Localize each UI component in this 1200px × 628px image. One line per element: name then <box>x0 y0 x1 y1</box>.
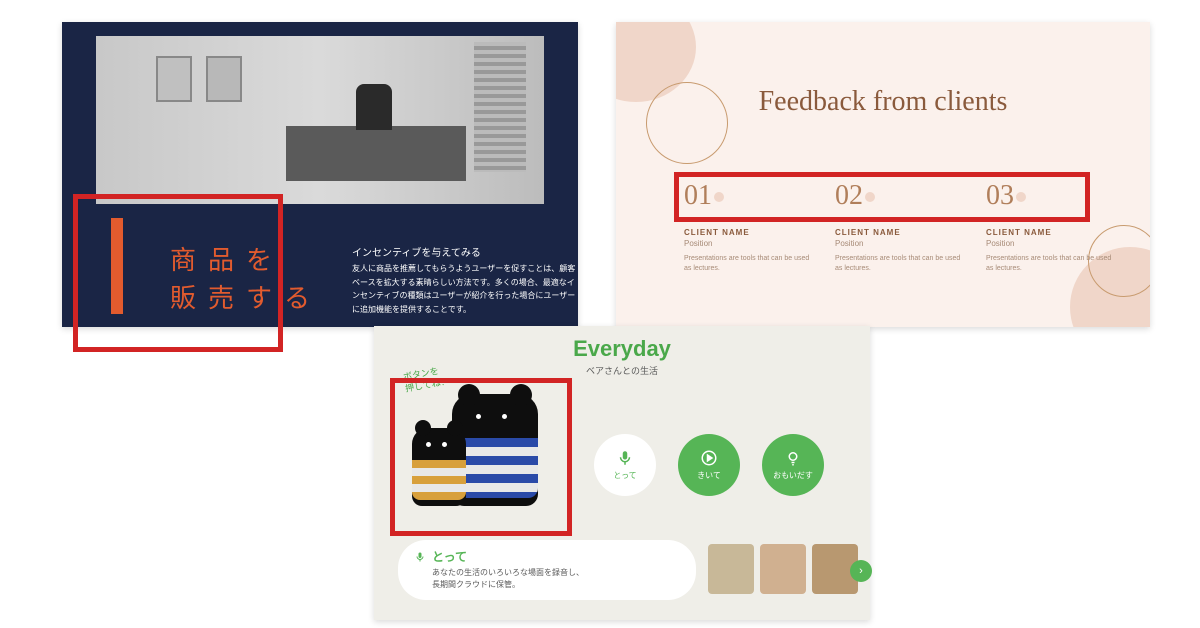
slide2-title: Feedback from clients <box>616 86 1150 118</box>
client-desc: Presentations are tools that can be used… <box>684 254 812 274</box>
thumbnail[interactable] <box>708 544 754 594</box>
accent-bar <box>111 218 123 314</box>
client-position: Position <box>986 239 1114 248</box>
client-position: Position <box>684 239 812 248</box>
thumbnail[interactable] <box>760 544 806 594</box>
button-label: きいて <box>697 470 721 481</box>
client-name: CLIENT NAME <box>684 228 812 237</box>
play-icon <box>700 449 718 467</box>
bulb-icon <box>784 449 802 467</box>
hero-photo <box>96 36 544 204</box>
client-col-3: 03 CLIENT NAME Position Presentations ar… <box>986 180 1114 274</box>
client-col-1: 01 CLIENT NAME Position Presentations ar… <box>684 180 812 274</box>
card-title: とって <box>432 548 467 565</box>
client-name: CLIENT NAME <box>986 228 1114 237</box>
card-body: あなたの生活のいろいろな場面を録音し、 長期間クラウドに保管。 <box>432 567 680 591</box>
feature-card: とって あなたの生活のいろいろな場面を録音し、 長期間クラウドに保管。 <box>398 540 696 600</box>
thumbnail-row <box>708 544 858 594</box>
client-desc: Presentations are tools that can be used… <box>835 254 963 274</box>
button-label: おもいだす <box>773 470 813 481</box>
client-name: CLIENT NAME <box>835 228 963 237</box>
slide-2: Feedback from clients 01 CLIENT NAME Pos… <box>616 22 1150 327</box>
next-arrow-button[interactable]: › <box>850 560 872 582</box>
client-position: Position <box>835 239 963 248</box>
client-col-2: 02 CLIENT NAME Position Presentations ar… <box>835 180 963 274</box>
person-silhouette <box>356 84 392 130</box>
button-label: とって <box>613 470 636 481</box>
slide3-title: Everyday <box>374 336 870 362</box>
slide-3: Everyday ベアさんとの生活 ボタンを 押してね！ とって きいて <box>374 326 870 620</box>
client-columns: 01 CLIENT NAME Position Presentations ar… <box>684 180 1114 274</box>
play-button[interactable]: きいて <box>678 434 740 496</box>
client-number: 03 <box>986 180 1114 212</box>
slide1-title: 商品を 販売する <box>170 242 322 317</box>
bear-small-shirt <box>412 460 466 500</box>
bear-illustration <box>400 394 550 514</box>
blinds-decoration <box>474 42 526 172</box>
action-buttons: とって きいて おもいだす <box>594 434 824 496</box>
slide-1: 商品を 販売する インセンティブを与えてみる 友人に商品を推薦してもらうようユー… <box>62 22 578 327</box>
client-number: 01 <box>684 180 812 212</box>
desk-decoration <box>286 126 466 181</box>
slide1-body: 友人に商品を推薦してもらうようユーザーを促すことは、顧客ベースを拡大する素晴らし… <box>352 262 582 316</box>
mic-icon <box>414 551 426 563</box>
record-button[interactable]: とって <box>594 434 656 496</box>
client-number: 02 <box>835 180 963 212</box>
card-header: とって <box>414 548 680 565</box>
canvas: 商品を 販売する インセンティブを与えてみる 友人に商品を推薦してもらうようユー… <box>0 0 1200 628</box>
client-desc: Presentations are tools that can be used… <box>986 254 1114 274</box>
recall-button[interactable]: おもいだす <box>762 434 824 496</box>
slide1-subtitle: インセンティブを与えてみる <box>352 244 481 259</box>
mic-icon <box>616 449 634 467</box>
